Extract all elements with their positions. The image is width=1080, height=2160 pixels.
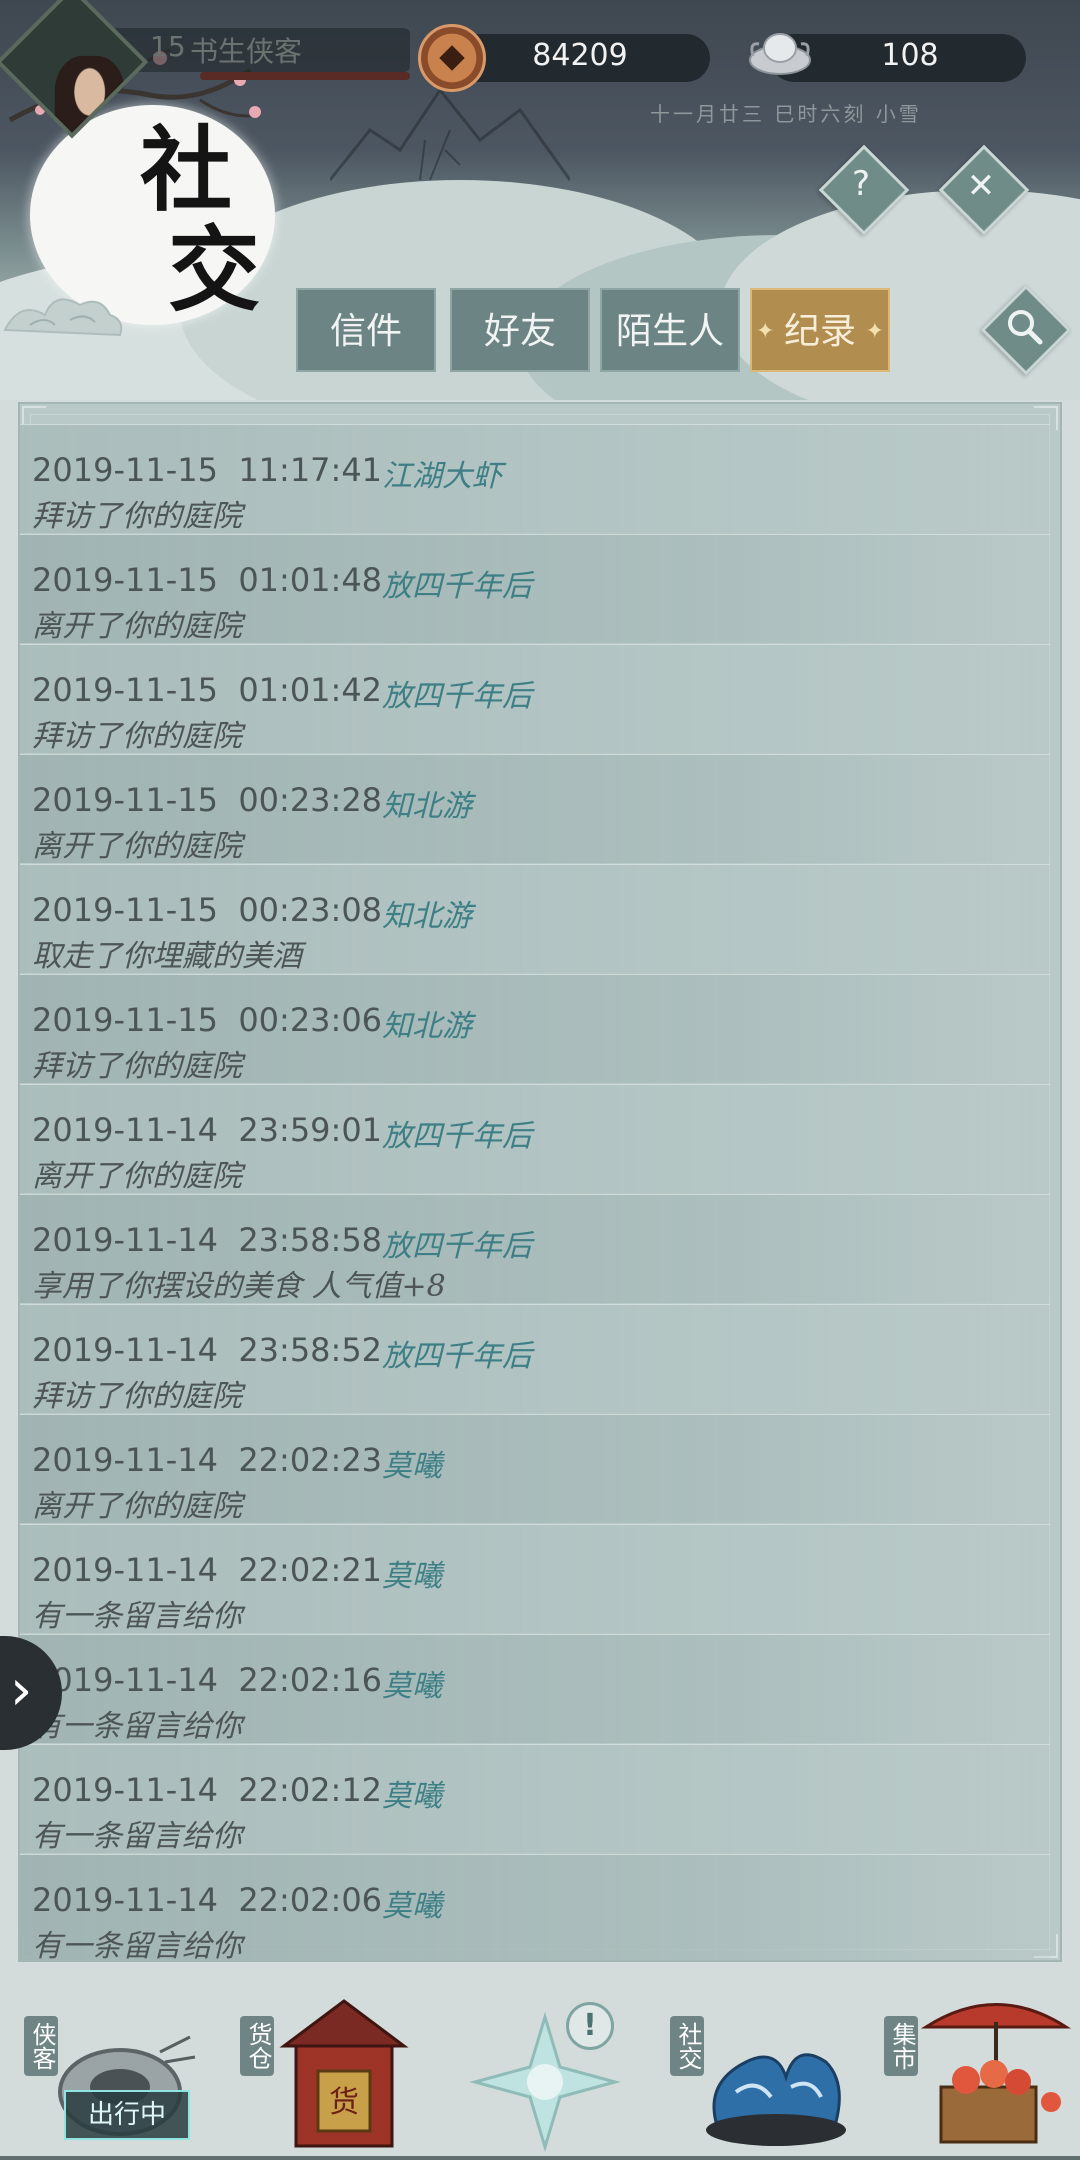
nav-heroes[interactable]: 侠客 出行中 (20, 1972, 220, 2160)
record-time: 2019-11-14 23:59:01 (32, 1111, 383, 1149)
record-panel[interactable]: 2019-11-15 11:17:41 江湖大虾 拜访了你的庭院 2019-11-15… (18, 402, 1062, 1962)
market-stall-icon (920, 2003, 1072, 2144)
warehouse-icon: 货 (279, 1999, 409, 2148)
copper-coin-icon (418, 24, 486, 92)
player-level: 15 (150, 30, 186, 63)
record-row[interactable]: 2019-11-14 22:02:12 莫曦有一条留言给你 (20, 1744, 1050, 1854)
nav-warehouse[interactable]: 货 货仓 (236, 1972, 436, 2160)
search-icon (1008, 310, 1043, 345)
record-time: 2019-11-15 11:17:41 (32, 451, 383, 489)
record-action: 拜访了你的庭院 (32, 499, 242, 534)
exp-bar (200, 72, 410, 80)
hero-status-tag: 出行中 (64, 2090, 190, 2140)
tab-friends[interactable]: 好友 (450, 288, 590, 372)
record-action: 有一条留言给你 (32, 1929, 242, 1962)
record-action: 有一条留言给你 (32, 1599, 242, 1634)
record-time: 2019-11-14 22:02:12 (32, 1771, 383, 1809)
record-player-name[interactable]: 放四千年后 (382, 561, 532, 605)
record-player-name[interactable]: 莫曦 (382, 1881, 442, 1925)
player-name: 书生侠客 (190, 35, 303, 68)
record-player-name[interactable]: 知北游 (382, 1001, 472, 1045)
help-icon: ? (851, 164, 871, 204)
record-action: 离开了你的庭院 (32, 829, 242, 864)
silver-ingot-icon (749, 33, 811, 75)
game-date: 十一月廿三 巳时六刻 小雪 (650, 102, 922, 126)
record-row[interactable]: 2019-11-14 23:59:01 放四千年后离开了你的庭院 (20, 1084, 1050, 1194)
record-row[interactable]: 2019-11-14 23:58:58 放四千年后享用了你摆设的美食 人气值+8 (20, 1194, 1050, 1304)
record-action: 离开了你的庭院 (32, 609, 242, 644)
record-action: 有一条留言给你 (32, 1819, 242, 1854)
record-row[interactable]: 2019-11-14 22:02:06 莫曦有一条留言给你 (20, 1854, 1050, 1962)
record-time: 2019-11-15 01:01:42 (32, 671, 383, 709)
nav-social-label: 社交 (670, 2016, 704, 2076)
record-row[interactable]: 2019-11-15 00:23:08 知北游取走了你埋藏的美酒 (20, 864, 1050, 974)
bottom-nav: 侠客 出行中 货 货仓 ! 社交 集市 (0, 1972, 1080, 2160)
record-time: 2019-11-15 01:01:48 (32, 561, 383, 599)
nav-social[interactable]: 社交 (666, 1972, 866, 2160)
record-player-name[interactable]: 放四千年后 (382, 1221, 532, 1265)
record-action: 离开了你的庭院 (32, 1159, 242, 1194)
record-player-name[interactable]: 知北游 (382, 891, 472, 935)
record-player-name[interactable]: 莫曦 (382, 1551, 442, 1595)
social-wave-icon (706, 2053, 846, 2146)
page-title-char-1: 社 (140, 116, 232, 224)
record-action: 取走了你埋藏的美酒 (32, 939, 302, 974)
nav-warehouse-label: 货仓 (240, 2016, 274, 2076)
record-player-name[interactable]: 知北游 (382, 781, 472, 825)
record-time: 2019-11-14 22:02:23 (32, 1441, 383, 1479)
record-row[interactable]: 2019-11-15 00:23:06 知北游拜访了你的庭院 (20, 974, 1050, 1084)
page-title-char-2: 交 (168, 216, 260, 324)
record-row[interactable]: 2019-11-15 11:17:41 江湖大虾拜访了你的庭院 (20, 424, 1050, 534)
record-player-name[interactable]: 莫曦 (382, 1441, 442, 1485)
warehouse-sign: 货 (329, 2085, 359, 2120)
tab-strangers[interactable]: 陌生人 (600, 288, 740, 372)
record-time: 2019-11-15 00:23:08 (32, 891, 383, 929)
record-time: 2019-11-14 23:58:52 (32, 1331, 383, 1369)
record-action: 拜访了你的庭院 (32, 1049, 242, 1084)
page-title: 社 交 (140, 120, 280, 320)
nav-center[interactable]: ! (440, 1972, 640, 2160)
alert-badge: ! (566, 2002, 614, 2050)
chevron-right-icon: › (10, 1658, 33, 1723)
record-row[interactable]: 2019-11-14 22:02:21 莫曦有一条留言给你 (20, 1524, 1050, 1634)
record-player-name[interactable]: 放四千年后 (382, 1331, 532, 1375)
copper-value: 84209 (532, 38, 628, 73)
record-player-name[interactable]: 放四千年后 (382, 1111, 532, 1155)
close-icon: ✕ (966, 166, 996, 206)
record-time: 2019-11-15 00:23:28 (32, 781, 383, 819)
record-time: 2019-11-14 22:02:21 (32, 1551, 383, 1589)
tab-records[interactable]: 纪录 (750, 288, 890, 374)
silver-value: 108 (881, 38, 939, 73)
record-row[interactable]: 2019-11-15 01:01:48 放四千年后离开了你的庭院 (20, 534, 1050, 644)
tab-letters[interactable]: 信件 (296, 288, 436, 372)
record-player-name[interactable]: 江湖大虾 (382, 451, 502, 495)
record-time: 2019-11-14 22:02:06 (32, 1881, 383, 1919)
record-player-name[interactable]: 莫曦 (382, 1771, 442, 1815)
record-time: 2019-11-14 23:58:58 (32, 1221, 383, 1259)
record-row[interactable]: 2019-11-15 00:23:28 知北游离开了你的庭院 (20, 754, 1050, 864)
record-action: 有一条留言给你 (32, 1709, 242, 1744)
record-row[interactable]: 2019-11-14 22:02:23 莫曦离开了你的庭院 (20, 1414, 1050, 1524)
bottom-divider (0, 2156, 1080, 2160)
record-time: 2019-11-14 22:02:16 (32, 1661, 383, 1699)
record-player-name[interactable]: 莫曦 (382, 1661, 442, 1705)
record-action: 拜访了你的庭院 (32, 719, 242, 754)
record-row[interactable]: 2019-11-15 01:01:42 放四千年后拜访了你的庭院 (20, 644, 1050, 754)
nav-market-label: 集市 (884, 2016, 918, 2076)
record-player-name[interactable]: 放四千年后 (382, 671, 532, 715)
record-time: 2019-11-15 00:23:06 (32, 1001, 383, 1039)
nav-market[interactable]: 集市 (880, 1972, 1080, 2160)
record-row[interactable]: 2019-11-14 22:02:16 莫曦有一条留言给你 (20, 1634, 1050, 1744)
nav-heroes-label: 侠客 (24, 2016, 58, 2076)
record-action: 拜访了你的庭院 (32, 1379, 242, 1414)
record-action: 享用了你摆设的美食 人气值+8 (32, 1269, 446, 1304)
record-row[interactable]: 2019-11-14 23:58:52 放四千年后拜访了你的庭院 (20, 1304, 1050, 1414)
cloud-decoration (3, 298, 123, 337)
record-action: 离开了你的庭院 (32, 1489, 242, 1524)
